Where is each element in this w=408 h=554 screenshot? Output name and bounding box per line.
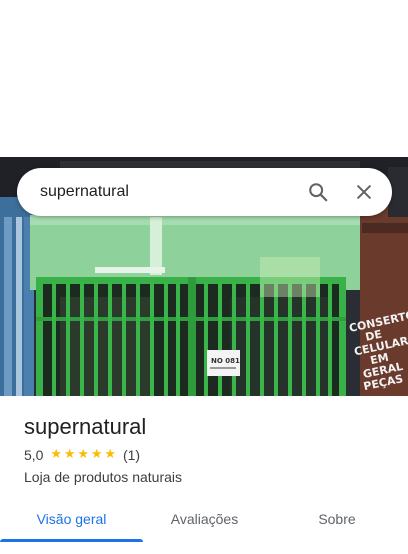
star-icon: ★ bbox=[104, 447, 117, 462]
place-tabs: Visão geral Avaliações Sobre bbox=[0, 500, 408, 542]
star-icon: ★ bbox=[50, 447, 63, 462]
close-icon[interactable] bbox=[344, 172, 384, 212]
tab-label: Sobre bbox=[318, 511, 356, 527]
search-icon[interactable] bbox=[298, 172, 338, 212]
star-rating: ★ ★ ★ ★ ★ bbox=[49, 448, 117, 462]
star-icon: ★ bbox=[63, 447, 76, 462]
rating-row[interactable]: 5,0 ★ ★ ★ ★ ★ (1) bbox=[24, 445, 394, 465]
star-icon: ★ bbox=[77, 447, 90, 462]
active-tab-indicator bbox=[0, 539, 143, 542]
svg-text:NO 081: NO 081 bbox=[211, 357, 240, 365]
search-input[interactable] bbox=[17, 167, 298, 217]
tab-about[interactable]: Sobre bbox=[266, 500, 408, 538]
rating-value: 5,0 bbox=[24, 447, 44, 463]
place-header: supernatural 5,0 ★ ★ ★ ★ ★ (1) Loja de p… bbox=[24, 412, 394, 487]
place-sheet: CONSERTOS DE CELULARES EM GERAL PEÇAS NO… bbox=[0, 0, 408, 554]
tab-reviews[interactable]: Avaliações bbox=[143, 500, 266, 538]
place-title: supernatural bbox=[24, 414, 147, 439]
tab-label: Avaliações bbox=[170, 511, 239, 527]
tab-overview[interactable]: Visão geral bbox=[0, 500, 143, 542]
review-count[interactable]: (1) bbox=[123, 447, 140, 463]
place-category[interactable]: Loja de produtos naturais bbox=[24, 467, 394, 487]
search-bar[interactable] bbox=[17, 167, 392, 217]
star-icon: ★ bbox=[90, 447, 103, 462]
tab-label: Visão geral bbox=[36, 511, 107, 527]
